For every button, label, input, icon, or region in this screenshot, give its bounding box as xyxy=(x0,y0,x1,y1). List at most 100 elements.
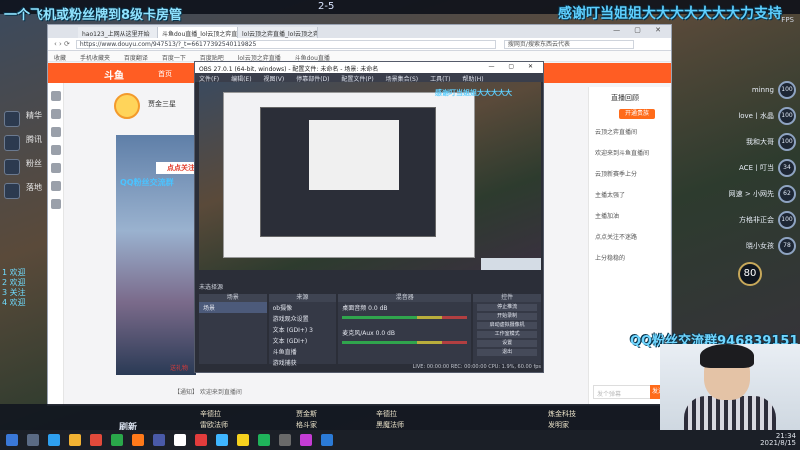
obs-status-bar: LIVE: 00:00:00 REC: 00:00:00 CPU: 1.9%, … xyxy=(412,364,541,370)
app-icon[interactable] xyxy=(258,434,270,446)
folder-icon[interactable] xyxy=(69,434,81,446)
bookmark-item[interactable]: 百度一下 xyxy=(162,55,186,62)
nav-icon[interactable] xyxy=(51,181,61,191)
record-button[interactable]: 开始录制 xyxy=(477,313,537,320)
chat-message: 点点关注不迷路 xyxy=(595,234,638,241)
top-left-banner: 一个飞机或粉丝牌到8级卡房管 xyxy=(4,8,183,23)
exit-button[interactable]: 退出 xyxy=(477,349,537,356)
nav-icon[interactable] xyxy=(51,109,61,119)
fps-label: FPS xyxy=(781,16,794,24)
chat-message: 云顶新赛季上分 xyxy=(595,171,638,178)
app-icon[interactable] xyxy=(195,434,207,446)
browser-tab-active[interactable]: 斗鱼dou直播_lol云顶之弈直播 xyxy=(158,27,238,38)
source-item[interactable]: 文本 (GDI+) xyxy=(269,335,337,346)
chat-message: 云顶之弈直播间 xyxy=(595,129,638,136)
emblem-icon xyxy=(4,159,20,175)
player-row[interactable]: ACE丨叮当 34 xyxy=(684,156,796,179)
source-item[interactable]: ob摄像 xyxy=(269,302,337,313)
url-field[interactable]: https://www.douyu.com/947513/?_t=6617739… xyxy=(75,39,496,49)
noble-button[interactable]: 开通贵族 xyxy=(619,109,655,119)
window-controls[interactable]: — ▢ ✕ xyxy=(613,26,667,34)
chat-message: 主播太强了 xyxy=(595,192,626,199)
emblem-icon xyxy=(4,135,20,151)
player-row[interactable]: 晓小女孩 78 xyxy=(684,234,796,257)
hp-badge: 62 xyxy=(778,184,796,203)
start-icon[interactable] xyxy=(6,434,18,446)
stop-stream-button[interactable]: 停止推流 xyxy=(477,304,537,311)
site-left-nav xyxy=(48,83,64,405)
nav-icon[interactable] xyxy=(51,127,61,137)
left-stats-panel: 精华 腾讯 粉丝 落地 xyxy=(0,110,46,206)
player-row[interactable]: minng 100 xyxy=(684,78,796,101)
webcam-overlay xyxy=(660,344,800,430)
app-icon[interactable] xyxy=(300,434,312,446)
hp-badge: 100 xyxy=(778,132,796,151)
preview-webcam xyxy=(481,258,541,270)
browser-tab[interactable]: lol云顶之弈直播_lol云顶之弈 xyxy=(238,27,318,38)
controls-dock: 控件 停止推流 开始录制 启动虚拟摄像机 工作室模式 设置 退出 xyxy=(473,294,541,364)
dock-header: 混音器 xyxy=(338,294,472,302)
source-item[interactable]: 斗鱼直播 xyxy=(269,346,337,357)
chat-message: 欢迎来到斗鱼直播间 xyxy=(595,150,650,157)
nav-icon[interactable] xyxy=(51,145,61,155)
audio-meter[interactable] xyxy=(342,341,468,344)
app-icon[interactable] xyxy=(90,434,102,446)
obs-preview[interactable]: 感谢叮当姐姐大大大大大 xyxy=(199,82,541,270)
app-icon[interactable] xyxy=(237,434,249,446)
scene-item[interactable]: 场景 xyxy=(199,302,267,313)
app-icon[interactable] xyxy=(174,434,186,446)
source-item[interactable]: 文本 (GDI+) 3 xyxy=(269,324,337,335)
avatar[interactable] xyxy=(114,93,140,119)
app-icon[interactable] xyxy=(216,434,228,446)
audio-meter[interactable] xyxy=(342,316,468,319)
chat-message: 主播加油 xyxy=(595,213,620,220)
back-forward-icon[interactable]: ‹ › ⟳ xyxy=(54,40,70,48)
bookmark-item[interactable]: 百度翻译 xyxy=(124,55,148,62)
virtual-camera-button[interactable]: 启动虚拟摄像机 xyxy=(477,322,537,329)
window-controls[interactable]: — ▢ ✕ xyxy=(488,63,539,70)
search-field[interactable]: 搜网页/搜索东西云代表 xyxy=(503,39,634,49)
hp-badge: 34 xyxy=(778,158,796,177)
app-icon[interactable] xyxy=(111,434,123,446)
search-icon[interactable] xyxy=(27,434,39,446)
home-link[interactable]: 首页 xyxy=(158,69,172,79)
app-icon[interactable] xyxy=(48,434,60,446)
app-icon[interactable] xyxy=(321,434,333,446)
mixer-channel: 麦克风/Aux 0.0 dB xyxy=(342,330,395,337)
score-display: 2-5 xyxy=(318,1,335,12)
preview-nested-browser xyxy=(309,120,399,190)
source-item[interactable]: 游戏观众设置 xyxy=(269,313,337,324)
nav-icon[interactable] xyxy=(51,91,61,101)
browser-tab[interactable]: hao123_上网从这里开始 xyxy=(78,27,158,38)
chat-line: 4 欢迎 xyxy=(2,298,26,307)
settings-button[interactable]: 设置 xyxy=(477,340,537,347)
player-row[interactable]: 我和大哥 100 xyxy=(684,130,796,153)
nav-icon[interactable] xyxy=(51,163,61,173)
app-icon[interactable] xyxy=(279,434,291,446)
dock-header: 来源 xyxy=(268,294,337,302)
player-row[interactable]: 方格非正会 100 xyxy=(684,208,796,231)
obs-title: OBS 27.0.1 (64-bit, windows) - 配置文件: 未命名… xyxy=(199,66,379,73)
preview-nested-obs xyxy=(260,107,436,237)
studio-mode-button[interactable]: 工作室模式 xyxy=(477,331,537,338)
stat-item: 落地 xyxy=(0,182,46,200)
browser-tab-bar: hao123_上网从这里开始 斗鱼dou直播_lol云顶之弈直播 lol云顶之弈… xyxy=(48,25,671,38)
player-row[interactable]: 网速 > 小网先 62 xyxy=(684,182,796,205)
nav-icon[interactable] xyxy=(51,199,61,209)
app-icon[interactable] xyxy=(153,434,165,446)
site-logo[interactable]: 斗鱼 xyxy=(104,67,124,82)
obs-title-bar: OBS 27.0.1 (64-bit, windows) - 配置文件: 未命名… xyxy=(195,62,543,73)
bookmark-item[interactable]: 手机收藏夹 xyxy=(80,55,110,62)
taskbar: 21:34 2021/8/15 xyxy=(0,430,800,450)
player-list: minng 100 love丨水晶 100 我和大哥 100 ACE丨叮当 34 网速 … xyxy=(684,78,796,260)
app-icon[interactable] xyxy=(132,434,144,446)
chat-header: 直播回顾 xyxy=(611,94,639,102)
danmaku-input[interactable]: 发个弹幕 xyxy=(593,385,651,399)
system-clock[interactable]: 21:34 2021/8/15 xyxy=(760,433,796,447)
hp-badge: 100 xyxy=(778,210,796,229)
preview-banner: 感谢叮当姐姐大大大大大 xyxy=(435,89,512,97)
chat-message: 上分稳稳的 xyxy=(595,255,626,262)
player-row[interactable]: love丨水晶 100 xyxy=(684,104,796,127)
level-badge: 80 xyxy=(738,262,762,286)
bookmark-item[interactable]: 收藏 xyxy=(54,55,66,62)
